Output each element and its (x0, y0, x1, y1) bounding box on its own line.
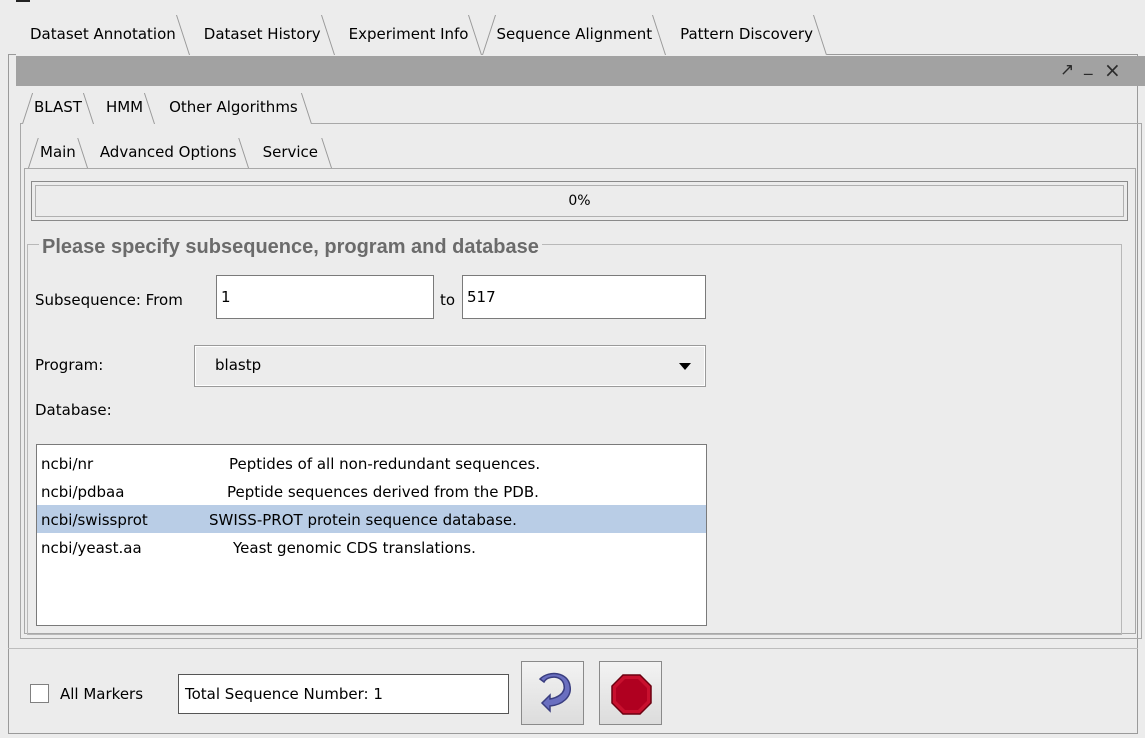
minimize-icon[interactable]: _ (1084, 56, 1093, 76)
db-name: ncbi/pdbaa (41, 483, 125, 501)
tab-label: Experiment Info (348, 24, 469, 43)
corner-mark (16, 0, 30, 3)
tab-label: HMM (105, 98, 144, 116)
close-icon[interactable]: × (1104, 58, 1121, 82)
group-title: Please specify subsequence, program and … (39, 236, 542, 259)
tab-sequence-alignment[interactable]: Sequence Alignment (482, 12, 667, 55)
database-list[interactable]: ncbi/nr Peptides of all non-redundant se… (36, 444, 707, 626)
program-label: Program: (35, 356, 104, 374)
stop-octagon-icon (611, 674, 652, 715)
program-selected-value: blastp (215, 356, 262, 374)
all-markers-checkbox[interactable] (30, 684, 49, 703)
progress-text: 0% (568, 193, 591, 209)
total-sequence-field: Total Sequence Number: 1 (178, 674, 509, 714)
db-description: SWISS-PROT protein sequence database. (209, 511, 517, 529)
from-input[interactable] (216, 275, 434, 319)
tab-dataset-annotation[interactable]: Dataset Annotation (16, 12, 190, 55)
db-name: ncbi/swissprot (41, 511, 148, 529)
tab-label: Pattern Discovery (680, 24, 813, 43)
tab-label: Main (40, 142, 76, 161)
db-name: ncbi/nr (41, 455, 94, 473)
tab-label: Dataset History (203, 24, 321, 43)
list-item[interactable]: ncbi/pdbaa Peptide sequences derived fro… (37, 477, 706, 505)
database-label: Database: (35, 401, 112, 419)
sub-tab-bar: Main Advanced Options Service (28, 135, 332, 168)
stop-button[interactable] (599, 661, 662, 725)
tab-label: BLAST (34, 98, 82, 116)
tab-label: Other Algorithms (169, 98, 298, 116)
to-input[interactable] (462, 275, 706, 319)
tab-experiment-info[interactable]: Experiment Info (334, 12, 483, 55)
tab-blast[interactable]: BLAST (22, 90, 94, 124)
tab-other-algorithms[interactable]: Other Algorithms (155, 90, 312, 124)
tab-hmm[interactable]: HMM (93, 90, 156, 124)
refresh-arrow-icon (538, 672, 571, 713)
tab-pattern-discovery[interactable]: Pattern Discovery (666, 12, 827, 55)
tab-advanced-options[interactable]: Advanced Options (87, 135, 249, 168)
all-markers-label: All Markers (60, 685, 144, 703)
tab-label: Advanced Options (99, 142, 237, 161)
db-name: ncbi/yeast.aa (41, 539, 142, 557)
list-item[interactable]: ncbi/swissprot SWISS-PROT protein sequen… (37, 505, 706, 533)
db-description: Peptide sequences derived from the PDB. (227, 483, 539, 501)
panel-title-bar: ↗ _ × (16, 56, 1145, 86)
subsequence-label: Subsequence: From (35, 291, 183, 309)
db-description: Yeast genomic CDS translations. (233, 539, 476, 557)
tab-main[interactable]: Main (28, 135, 88, 168)
tab-dataset-history[interactable]: Dataset History (189, 12, 335, 55)
list-item[interactable]: ncbi/nr Peptides of all non-redundant se… (37, 449, 706, 477)
tab-service[interactable]: Service (248, 135, 332, 168)
outer-tab-bar: Dataset Annotation Dataset History Exper… (16, 12, 827, 55)
chevron-down-icon (679, 363, 691, 370)
program-select[interactable]: blastp (194, 345, 706, 387)
db-description: Peptides of all non-redundant sequences. (229, 455, 541, 473)
maximize-icon[interactable]: ↗ (1060, 60, 1074, 80)
to-label: to (440, 291, 456, 309)
progress-bar: 0% (31, 181, 1128, 221)
tab-label: Service (262, 142, 318, 161)
tab-label: Dataset Annotation (30, 24, 176, 43)
tab-label: Sequence Alignment (496, 24, 653, 43)
list-item[interactable]: ncbi/yeast.aa Yeast genomic CDS translat… (37, 533, 706, 561)
run-button[interactable] (521, 661, 584, 725)
algorithm-tab-bar: BLAST HMM Other Algorithms (22, 90, 312, 124)
